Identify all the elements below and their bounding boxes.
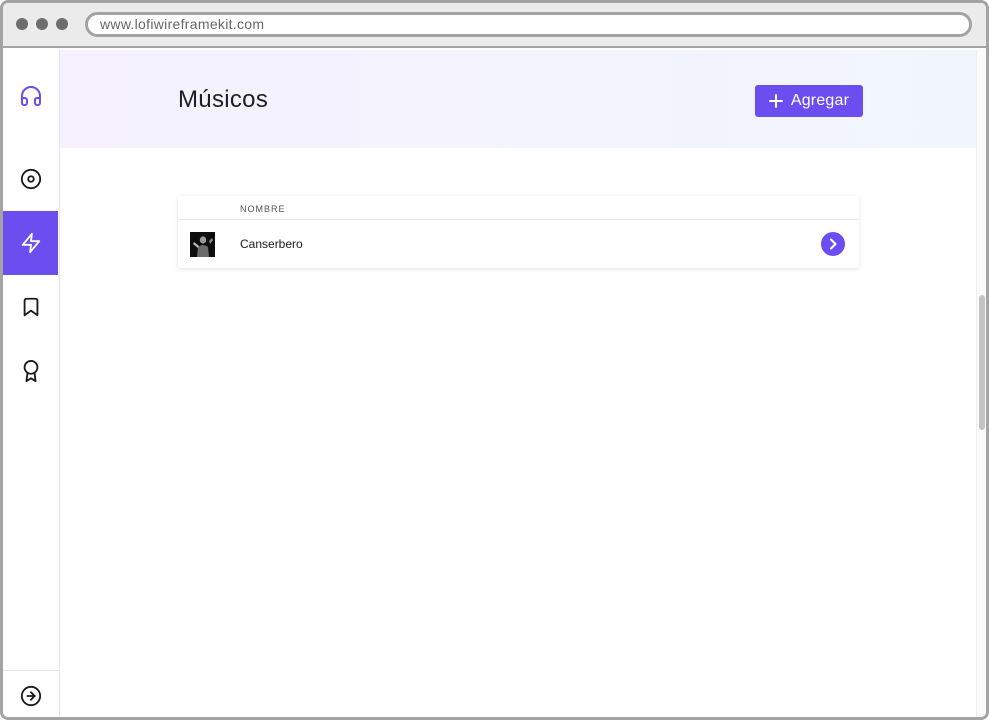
url-bar[interactable]: www.lofiwireframekit.com: [85, 12, 972, 37]
musician-name: Canserbero: [240, 237, 303, 251]
avatar: [190, 232, 215, 257]
sidebar-item-lightning[interactable]: [3, 211, 58, 275]
browser-titlebar: www.lofiwireframekit.com: [3, 3, 986, 48]
column-header-name: NOMBRE: [240, 204, 286, 214]
window-minimize-dot[interactable]: [36, 18, 48, 30]
sidebar-footer[interactable]: [3, 670, 59, 717]
table-row[interactable]: Canserbero: [178, 219, 859, 268]
musicians-table: NOMBRE Canserbero: [178, 196, 859, 268]
sidebar-item-bookmark[interactable]: [3, 275, 58, 339]
main-content: Músicos Agregar NOMBRE Canserbero: [60, 50, 976, 717]
award-icon: [23, 360, 38, 382]
headphones-icon[interactable]: [3, 64, 58, 128]
window-maximize-dot[interactable]: [56, 18, 68, 30]
window-close-dot[interactable]: [16, 18, 28, 30]
lightning-icon: [21, 232, 40, 254]
sidebar-item-award[interactable]: [3, 339, 58, 403]
scrollbar[interactable]: [976, 50, 986, 717]
disc-icon: [20, 168, 41, 190]
add-button-label: Agregar: [790, 92, 850, 109]
arrow-right-circle-icon: [20, 685, 42, 706]
row-open-button[interactable]: [821, 232, 845, 256]
page-title: Músicos: [178, 86, 269, 113]
sidebar: [3, 50, 60, 717]
page-header: Músicos Agregar: [60, 50, 976, 148]
browser-window: www.lofiwireframekit.com Músicos Agregar…: [0, 0, 989, 720]
bookmark-icon: [23, 297, 38, 317]
chevron-right-icon: [830, 238, 837, 250]
add-button[interactable]: Agregar: [755, 85, 863, 117]
plus-icon: [768, 94, 783, 108]
sidebar-item-disc[interactable]: [3, 147, 58, 211]
scrollbar-thumb[interactable]: [979, 295, 985, 430]
